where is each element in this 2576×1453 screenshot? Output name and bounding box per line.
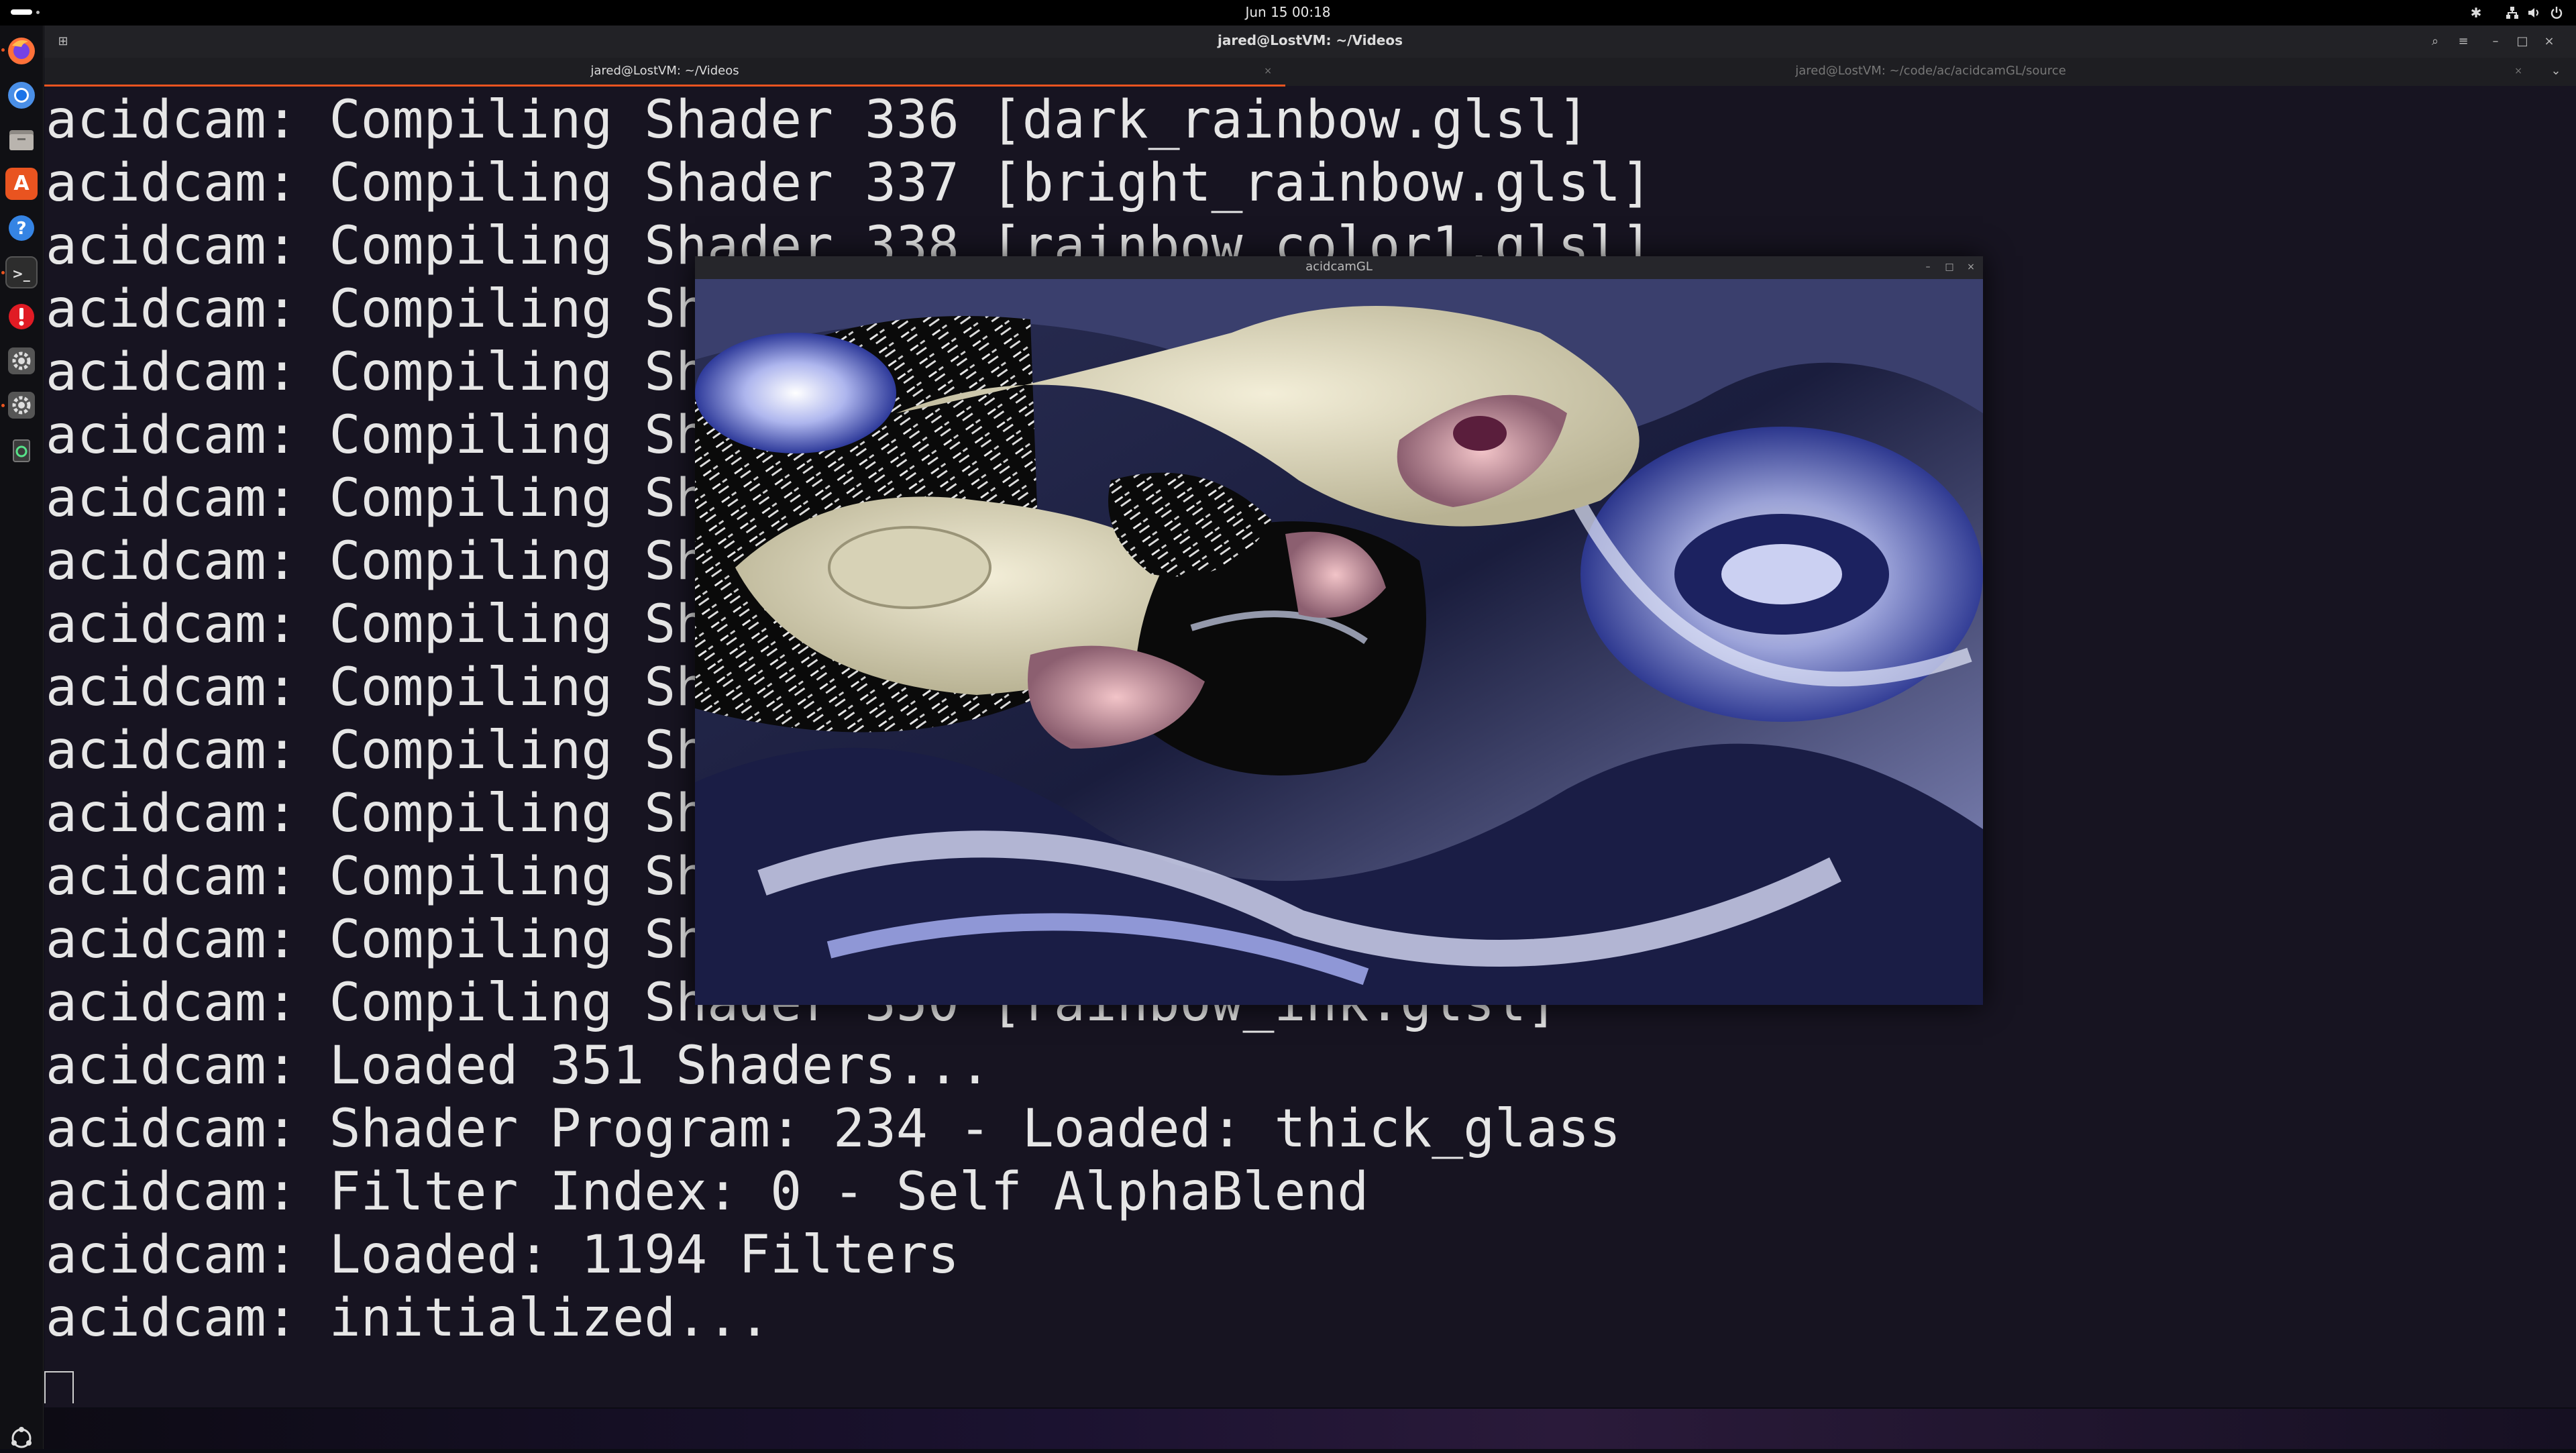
network-icon[interactable]	[2505, 5, 2520, 20]
updater-icon[interactable]	[5, 301, 38, 333]
minimize-button[interactable]: –	[1920, 259, 1936, 275]
top-bar: Jun 15 00:18 ✱	[0, 0, 2576, 25]
terminal-line: acidcam: Compiling Shac	[46, 657, 771, 718]
settings-icon[interactable]	[5, 345, 38, 377]
terminal-line: acidcam: Compiling Shac	[46, 720, 771, 781]
tab-label: jared@LostVM: ~/Videos	[590, 64, 739, 78]
settings-icon[interactable]	[5, 389, 38, 421]
terminal-headerbar: ⊞ jared@LostVM: ~/Videos ⌕ ≡ – □ ×	[44, 25, 2576, 58]
app-center-icon[interactable]: A	[5, 168, 38, 200]
distorted-video-frame	[695, 279, 1983, 1005]
clock[interactable]: Jun 15 00:18	[0, 4, 2576, 20]
terminal-line: acidcam: Compiling Shader 336 [dark_rain…	[46, 90, 1590, 150]
tab-close-icon[interactable]: ×	[1264, 58, 1272, 85]
terminal-line: acidcam: Compiling Shac	[46, 910, 771, 970]
minimize-button[interactable]: –	[2486, 32, 2505, 51]
terminal-line: acidcam: Compiling Shac	[46, 405, 771, 466]
terminal-glyph: >_	[12, 266, 30, 282]
terminal-line: acidcam: Shader Program: 234 - Loaded: t…	[46, 1099, 1621, 1159]
volume-icon[interactable]	[2526, 5, 2541, 20]
dock: A ? >_	[0, 25, 44, 1449]
video-render-canvas[interactable]	[695, 279, 1983, 1005]
terminal-line: acidcam: Compiling Shac	[46, 468, 771, 529]
running-indicator	[1, 404, 5, 407]
accessibility-icon[interactable]: ✱	[2469, 5, 2483, 20]
tab-source[interactable]: jared@LostVM: ~/code/ac/acidcamGL/source…	[1285, 58, 2576, 85]
firefox-icon[interactable]	[5, 35, 38, 67]
terminal-line: acidcam: Loaded 351 Shaders...	[46, 1036, 991, 1096]
terminal-icon[interactable]: >_	[5, 256, 38, 288]
tab-videos[interactable]: jared@LostVM: ~/Videos ×	[44, 58, 1285, 87]
acidcamgl-titlebar[interactable]: acidcamGL – □ ×	[695, 256, 1983, 279]
desktop-wallpaper	[44, 1409, 2576, 1449]
power-icon[interactable]	[2549, 5, 2564, 20]
maximize-button[interactable]: □	[1941, 259, 1957, 275]
acidcamgl-window[interactable]: acidcamGL – □ ×	[695, 256, 1983, 1005]
terminal-line: acidcam: Loaded: 1194 Filters	[46, 1225, 959, 1285]
terminal-line: acidcam: initialized...	[46, 1288, 771, 1348]
terminal-line: acidcam: Compiling Shac	[46, 531, 771, 592]
terminal-cursor	[44, 1371, 74, 1403]
tab-overview-icon[interactable]: ⌄	[2546, 62, 2565, 80]
terminal-line: acidcam: Compiling Shac	[46, 342, 771, 402]
show-apps-icon[interactable]	[9, 1426, 34, 1450]
terminal-title: jared@LostVM: ~/Videos	[1218, 32, 1403, 48]
terminal-line: acidcam: Compiling Shac	[46, 784, 771, 844]
help-icon[interactable]: ?	[5, 212, 38, 244]
menu-icon[interactable]: ≡	[2454, 32, 2473, 51]
running-indicator	[1, 48, 5, 52]
search-icon[interactable]: ⌕	[2426, 32, 2445, 51]
close-button[interactable]: ×	[2540, 32, 2559, 51]
terminal-line: acidcam: Compiling Shac	[46, 279, 771, 339]
maximize-button[interactable]: □	[2513, 32, 2532, 51]
tab-bar: jared@LostVM: ~/Videos × jared@LostVM: ~…	[44, 58, 2576, 87]
tab-label: jared@LostVM: ~/code/ac/acidcamGL/source	[1795, 64, 2066, 78]
terminal-line: acidcam: Filter Index: 0 - Self AlphaBle…	[46, 1162, 1369, 1222]
app-center-glyph: A	[13, 172, 30, 195]
terminal-line: acidcam: Compiling Shac	[46, 594, 771, 655]
acidcamgl-title: acidcamGL	[1305, 260, 1373, 274]
trash-icon[interactable]	[5, 433, 38, 466]
running-indicator	[1, 271, 5, 274]
close-button[interactable]: ×	[1963, 259, 1979, 275]
files-icon[interactable]	[5, 123, 38, 156]
terminal-line: acidcam: Compiling Shader 337 [bright_ra…	[46, 153, 1652, 213]
svg-text:?: ?	[16, 219, 26, 239]
terminal-line: acidcam: Compiling Shac	[46, 847, 771, 907]
chromium-icon[interactable]	[5, 79, 38, 111]
tab-close-icon[interactable]: ×	[2514, 58, 2522, 85]
